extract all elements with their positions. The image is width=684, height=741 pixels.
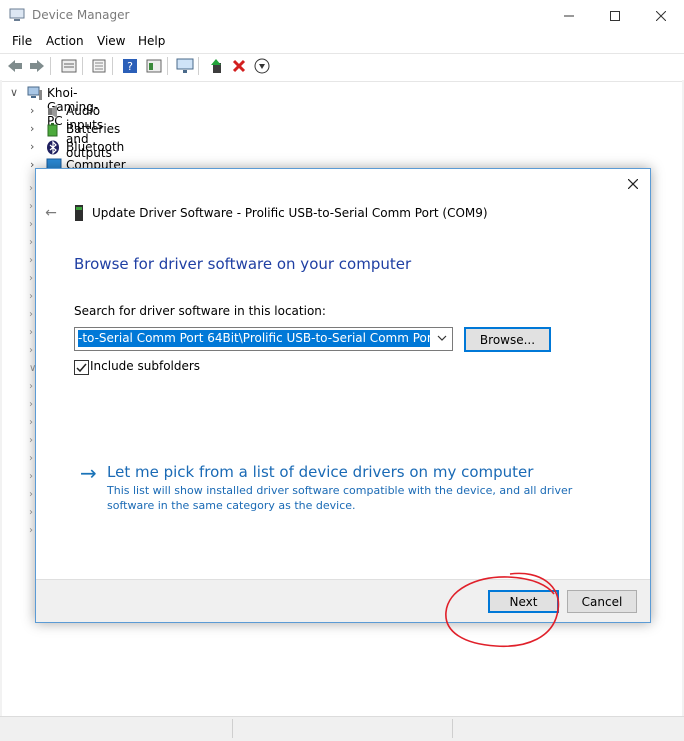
toolbar-separator: [198, 57, 199, 75]
show-hidden-icon[interactable]: [90, 57, 108, 75]
include-subfolders-checkbox[interactable]: [74, 360, 89, 375]
speaker-icon: [48, 105, 57, 118]
close-button[interactable]: [638, 0, 684, 31]
window-title: Device Manager: [32, 8, 130, 22]
maximize-button[interactable]: [592, 0, 638, 31]
menu-file[interactable]: File: [12, 34, 32, 48]
update-driver-dialog: [35, 168, 651, 623]
pick-from-list-link[interactable]: Let me pick from a list of device driver…: [107, 463, 533, 481]
bluetooth-icon: [47, 140, 59, 155]
browse-button[interactable]: Browse...: [464, 327, 551, 352]
next-button[interactable]: Next: [488, 590, 559, 613]
computer-icon: [27, 86, 42, 100]
minimize-button[interactable]: [546, 0, 592, 31]
maximize-icon: [610, 10, 620, 21]
status-divider: [232, 719, 233, 738]
chevron-down-icon[interactable]: [434, 329, 450, 347]
update-driver-icon[interactable]: [207, 57, 225, 75]
battery-icon: [47, 123, 58, 137]
include-subfolders-label[interactable]: Include subfolders: [90, 359, 200, 373]
uninstall-icon[interactable]: [230, 57, 248, 75]
tree-item-label: Batteries: [66, 122, 121, 136]
help-icon[interactable]: ?: [121, 57, 139, 75]
status-divider: [452, 719, 453, 738]
toolbar-separator: [50, 57, 51, 75]
chevron-right-icon[interactable]: ›: [30, 122, 34, 135]
dialog-title: Update Driver Software - Prolific USB-to…: [92, 206, 488, 220]
menu-help[interactable]: Help: [138, 34, 165, 48]
minimize-icon: [564, 15, 574, 16]
checkmark-icon: [76, 363, 87, 373]
status-bar: [0, 716, 684, 741]
chevron-right-icon[interactable]: ›: [30, 104, 34, 117]
menu-view[interactable]: View: [97, 34, 125, 48]
chevron-down-icon[interactable]: ∨: [10, 86, 18, 99]
close-icon: [656, 10, 666, 21]
toolbar-separator: [82, 57, 83, 75]
search-location-label: Search for driver software in this locat…: [74, 304, 326, 318]
pick-from-list-description: This list will show installed driver sof…: [107, 484, 573, 512]
close-icon: [628, 179, 638, 189]
usb-device-icon: [75, 205, 83, 221]
tree-item-label: Bluetooth: [66, 140, 125, 154]
dialog-heading: Browse for driver software on your compu…: [74, 255, 412, 273]
toolbar-separator: [167, 57, 168, 75]
menu-action[interactable]: Action: [46, 34, 84, 48]
window-frame: [0, 80, 2, 716]
svg-text:?: ?: [127, 60, 133, 73]
path-input[interactable]: -to-Serial Comm Port 64Bit\Prolific USB-…: [78, 330, 430, 347]
back-icon[interactable]: [6, 57, 24, 75]
chevron-right-icon[interactable]: ›: [30, 140, 34, 153]
arrow-right-icon[interactable]: →: [80, 461, 97, 485]
dialog-close-button[interactable]: [619, 173, 647, 195]
disable-icon[interactable]: [253, 57, 271, 75]
back-arrow-icon[interactable]: ←: [42, 204, 60, 222]
forward-icon[interactable]: [28, 57, 46, 75]
properties-icon[interactable]: [60, 57, 78, 75]
view-icon[interactable]: [145, 57, 163, 75]
cancel-button[interactable]: Cancel: [567, 590, 637, 613]
chevron-right-icon[interactable]: ›: [30, 158, 34, 171]
device-manager-icon: [9, 8, 25, 21]
toolbar-separator: [112, 57, 113, 75]
monitor-icon[interactable]: [176, 57, 194, 75]
